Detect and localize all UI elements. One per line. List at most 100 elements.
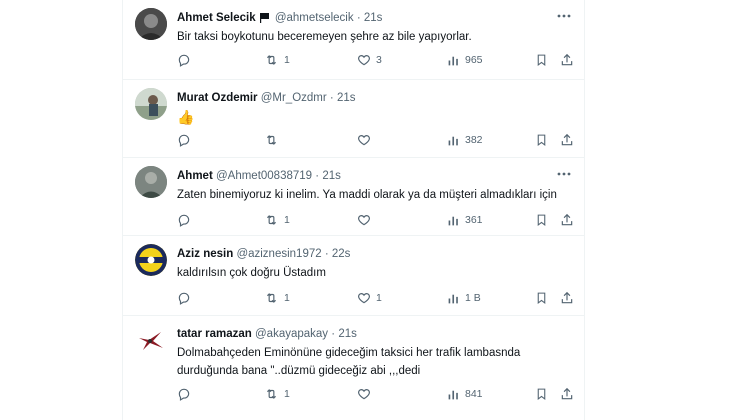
reply-button[interactable] xyxy=(177,50,196,70)
bookmark-button[interactable] xyxy=(535,210,548,230)
reply-button[interactable] xyxy=(177,384,196,404)
share-icon xyxy=(560,213,574,227)
views-button[interactable]: 1 B xyxy=(447,288,481,308)
black-flag-icon xyxy=(259,12,270,28)
avatar[interactable] xyxy=(135,166,167,198)
tweet-header: Ahmet @Ahmet00838719 · 21s xyxy=(177,168,576,184)
share-icon xyxy=(560,53,574,67)
author-handle[interactable]: @Mr_Ozdmr xyxy=(261,92,327,104)
like-button[interactable]: 3 xyxy=(357,50,382,70)
tweet-item[interactable]: Aziz nesin @aziznesin1972 · 22s kaldırıl… xyxy=(123,236,584,316)
timestamp[interactable]: 21s xyxy=(338,328,357,340)
retweet-icon xyxy=(264,53,279,67)
bookmark-icon xyxy=(535,291,548,305)
author-handle[interactable]: @aziznesin1972 xyxy=(236,248,321,260)
share-icon xyxy=(560,291,574,305)
author-name[interactable]: Murat Ozdemir xyxy=(177,92,258,104)
like-count: 1 xyxy=(376,292,382,304)
author-handle[interactable]: @Ahmet00838719 xyxy=(216,170,312,182)
bookmark-icon xyxy=(535,133,548,147)
tweet-feed: Ahmet Selecik @ahmetselecik · 21s Bir ta… xyxy=(122,0,585,420)
retweet-button[interactable]: 1 xyxy=(264,288,290,308)
retweet-button[interactable] xyxy=(264,130,284,150)
share-button[interactable] xyxy=(560,288,574,308)
retweet-icon xyxy=(264,291,279,305)
timestamp[interactable]: 22s xyxy=(332,248,351,260)
view-count: 382 xyxy=(465,134,483,146)
bookmark-button[interactable] xyxy=(535,50,548,70)
retweet-button[interactable]: 1 xyxy=(264,210,290,230)
tweet-item[interactable]: Murat Ozdemir @Mr_Ozdmr · 21s 👍 382 xyxy=(123,80,584,158)
heart-icon xyxy=(357,133,371,147)
view-count: 965 xyxy=(465,54,483,66)
views-button[interactable]: 841 xyxy=(447,384,483,404)
share-button[interactable] xyxy=(560,210,574,230)
timestamp[interactable]: 21s xyxy=(322,170,341,182)
tweet-item[interactable]: Ahmet Selecik @ahmetselecik · 21s Bir ta… xyxy=(123,0,584,80)
tweet-text: Dolmabahçeden Eminönüne gideceğim taksic… xyxy=(177,347,521,377)
tweet-item[interactable]: tatar ramazan @akayapakay · 21s Dolmabah… xyxy=(123,316,584,420)
tweet-text: 👍 xyxy=(177,109,195,125)
bookmark-icon xyxy=(535,53,548,67)
separator-dot: · xyxy=(331,328,336,340)
reply-icon xyxy=(177,387,191,401)
share-icon xyxy=(560,133,574,147)
retweet-button[interactable]: 1 xyxy=(264,50,290,70)
like-button[interactable] xyxy=(357,210,376,230)
views-button[interactable]: 361 xyxy=(447,210,483,230)
author-name[interactable]: Ahmet xyxy=(177,170,213,182)
tweet-item[interactable]: Ahmet @Ahmet00838719 · 21s Zaten binemiy… xyxy=(123,158,584,236)
author-name[interactable]: Aziz nesin xyxy=(177,248,233,260)
author-handle[interactable]: @ahmetselecik xyxy=(275,12,354,24)
tweet-actions: 1 841 xyxy=(177,384,576,404)
retweet-count: 1 xyxy=(284,292,290,304)
retweet-icon xyxy=(264,133,279,147)
avatar[interactable] xyxy=(135,324,167,356)
more-options-icon[interactable] xyxy=(554,164,574,184)
analytics-icon xyxy=(447,292,460,305)
tweet-header: tatar ramazan @akayapakay · 21s xyxy=(177,326,576,342)
view-count: 1 B xyxy=(465,292,481,304)
reply-icon xyxy=(177,133,191,147)
tweet-text: Bir taksi boykotunu beceremeyen şehre az… xyxy=(177,31,472,43)
bookmark-icon xyxy=(535,387,548,401)
more-options-icon[interactable] xyxy=(554,6,574,26)
view-count: 841 xyxy=(465,388,483,400)
separator-dot: · xyxy=(324,248,329,260)
retweet-count: 1 xyxy=(284,388,290,400)
bookmark-icon xyxy=(535,213,548,227)
author-name[interactable]: Ahmet Selecik xyxy=(177,12,256,24)
like-button[interactable] xyxy=(357,130,376,150)
reply-button[interactable] xyxy=(177,288,196,308)
reply-button[interactable] xyxy=(177,130,196,150)
reply-button[interactable] xyxy=(177,210,196,230)
tweet-text: kaldırılsın çok doğru Üstadım xyxy=(177,267,326,279)
heart-icon xyxy=(357,213,371,227)
like-count: 3 xyxy=(376,54,382,66)
share-icon xyxy=(560,387,574,401)
timestamp[interactable]: 21s xyxy=(364,12,383,24)
views-button[interactable]: 382 xyxy=(447,130,483,150)
separator-dot: · xyxy=(329,92,334,104)
avatar[interactable] xyxy=(135,8,167,40)
views-button[interactable]: 965 xyxy=(447,50,483,70)
reply-icon xyxy=(177,291,191,305)
analytics-icon xyxy=(447,388,460,401)
author-name[interactable]: tatar ramazan xyxy=(177,328,252,340)
bookmark-button[interactable] xyxy=(535,130,548,150)
avatar[interactable] xyxy=(135,88,167,120)
like-button[interactable] xyxy=(357,384,376,404)
tweet-actions: 1 361 xyxy=(177,210,576,230)
share-button[interactable] xyxy=(560,50,574,70)
retweet-button[interactable]: 1 xyxy=(264,384,290,404)
author-handle[interactable]: @akayapakay xyxy=(255,328,328,340)
retweet-count: 1 xyxy=(284,54,290,66)
tweet-text: Zaten binemiyoruz ki inelim. Ya maddi ol… xyxy=(177,189,557,201)
timestamp[interactable]: 21s xyxy=(337,92,356,104)
share-button[interactable] xyxy=(560,130,574,150)
avatar[interactable] xyxy=(135,244,167,276)
share-button[interactable] xyxy=(560,384,574,404)
like-button[interactable]: 1 xyxy=(357,288,382,308)
bookmark-button[interactable] xyxy=(535,288,548,308)
bookmark-button[interactable] xyxy=(535,384,548,404)
